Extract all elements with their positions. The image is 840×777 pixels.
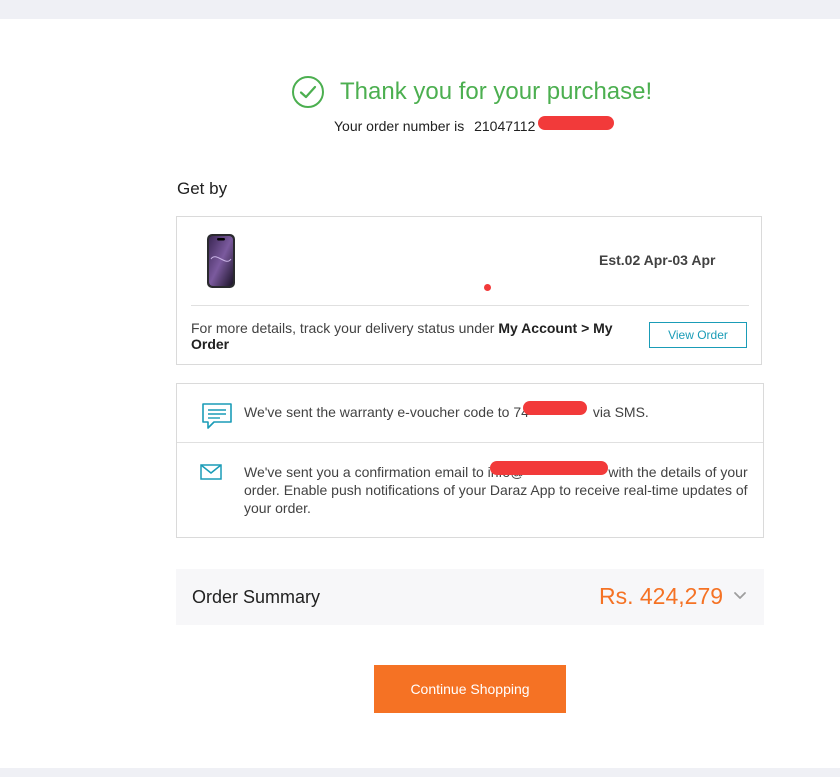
track-delivery-text: For more details, track your delivery st…: [191, 320, 613, 352]
redaction-mark: [538, 116, 615, 130]
package-card: Est.02 Apr-03 Apr For more details, trac…: [176, 216, 762, 365]
chevron-down-icon[interactable]: [733, 591, 747, 601]
get-by-heading: Get by: [177, 179, 228, 198]
email-notice: We've sent you a confirmation email to i…: [244, 461, 754, 517]
chat-bubble-icon: [202, 403, 232, 429]
check-circle-icon: [292, 76, 324, 108]
order-number-label: Your order number is: [334, 118, 465, 134]
sms-notice: We've sent the warranty e-voucher code t…: [244, 401, 649, 420]
redaction-mark: [489, 461, 608, 475]
page-title: Thank you for your purchase!: [340, 78, 653, 105]
order-summary-label: Order Summary: [192, 587, 321, 607]
envelope-icon: [200, 464, 222, 480]
divider: [177, 442, 763, 443]
order-number: 21047112: [474, 116, 615, 134]
product-thumbnail: [207, 234, 235, 288]
view-order-button[interactable]: View Order: [649, 322, 747, 348]
continue-shopping-button[interactable]: Continue Shopping: [374, 665, 566, 713]
divider: [191, 305, 749, 306]
notifications-card: We've sent the warranty e-voucher code t…: [176, 383, 764, 538]
redaction-mark: [523, 401, 588, 415]
order-number-line: Your order number is 21047112: [334, 116, 615, 134]
order-total: Rs. 424,279: [599, 583, 724, 609]
order-summary-toggle[interactable]: Order Summary Rs. 424,279: [176, 569, 764, 625]
order-confirmation-page: Thank you for your purchase! Your order …: [0, 19, 840, 768]
delivery-estimate: Est.02 Apr-03 Apr: [599, 252, 716, 268]
redaction-dot: [484, 284, 491, 291]
